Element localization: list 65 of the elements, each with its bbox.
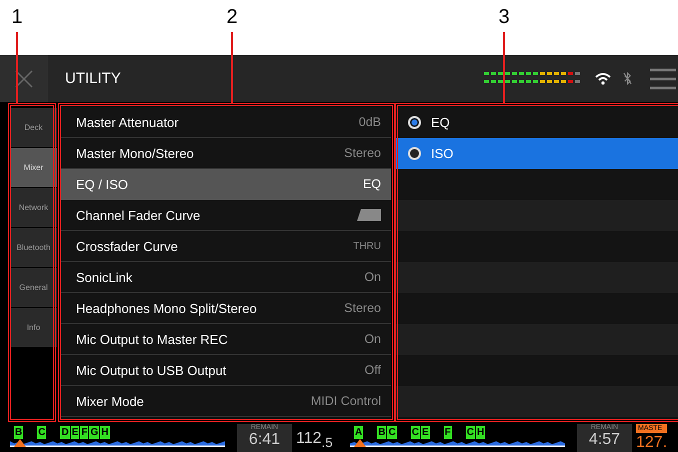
hot-cue-marker: C xyxy=(410,426,420,439)
wifi-icon xyxy=(595,72,611,84)
hot-cue-marker: A xyxy=(354,426,364,439)
option-label: ISO xyxy=(431,146,454,161)
hot-cue-marker: H xyxy=(476,426,486,439)
hot-cue-marker: F xyxy=(444,426,452,439)
setting-label: Channel Fader Curve xyxy=(76,208,200,222)
hot-cue-marker: F xyxy=(80,426,88,439)
setting-label: Mic Output to Master REC xyxy=(76,332,228,346)
hot-cue-marker: C xyxy=(387,426,397,439)
setting-label: Master Mono/Stereo xyxy=(76,146,194,160)
playhead-marker-icon xyxy=(14,439,26,447)
sidebar-tab[interactable]: General xyxy=(10,268,57,307)
setting-value: On xyxy=(364,332,381,346)
bluetooth-off-icon xyxy=(623,72,632,85)
setting-label: Mixer Mode xyxy=(76,394,144,408)
setting-value: Stereo xyxy=(344,301,381,315)
setting-label: Master Attenuator xyxy=(76,114,179,130)
setting-label: SonicLink xyxy=(76,270,132,284)
setting-value: THRU xyxy=(353,240,381,252)
setting-label: Crossfader Curve xyxy=(76,238,178,254)
option-label: EQ xyxy=(431,115,450,130)
time-display: 6:41 xyxy=(248,431,280,449)
bpm-display: 112$_{.5}$ xyxy=(296,428,333,452)
setting-row[interactable]: EQ / ISO EQ xyxy=(60,169,391,200)
leader-line xyxy=(16,32,18,103)
sidebar-tab[interactable]: Mixer xyxy=(10,148,57,187)
setting-value: 0dB xyxy=(358,115,381,129)
sidebar-tab[interactable]: Info xyxy=(10,308,57,347)
sidebar-tab[interactable]: Deck xyxy=(10,108,57,147)
callout-number: 2 xyxy=(225,6,239,29)
setting-value: Stereo xyxy=(344,146,381,160)
hot-cue-marker: G xyxy=(89,426,100,439)
leader-line xyxy=(231,32,233,103)
radio-button[interactable] xyxy=(408,116,421,129)
sidebar-tab[interactable]: Bluetooth xyxy=(10,228,57,267)
bpm-display: 127. xyxy=(636,433,668,452)
setting-label: EQ / ISO xyxy=(76,176,128,192)
setting-value: MIDI Control xyxy=(310,394,381,408)
setting-label: Mic Output to USB Output xyxy=(76,362,226,378)
leader-line xyxy=(503,32,505,103)
setting-value: On xyxy=(364,270,381,284)
setting-value: EQ xyxy=(362,177,381,191)
hot-cue-marker: E xyxy=(420,426,430,439)
radio-button[interactable] xyxy=(408,147,421,160)
playhead-marker-icon xyxy=(354,439,366,447)
callout-number: 1 xyxy=(10,6,24,29)
level-meter-icon xyxy=(484,72,583,85)
curve-icon xyxy=(357,209,381,221)
hot-cue-marker: C xyxy=(37,426,46,439)
hot-cue-marker: D xyxy=(60,426,70,439)
hot-cue-marker: E xyxy=(70,426,80,439)
callout-number: 3 xyxy=(497,6,511,29)
setting-label: Headphones Mono Split/Stereo xyxy=(76,300,257,316)
hot-cue-marker: B xyxy=(377,426,386,439)
option-row[interactable]: ISO xyxy=(395,138,678,169)
menu-icon[interactable] xyxy=(650,68,676,90)
hot-cue-marker: H xyxy=(100,426,110,439)
hot-cue-marker: C xyxy=(466,426,475,439)
sidebar-tab[interactable]: Network xyxy=(10,188,57,227)
screen-title: UTILITY xyxy=(65,70,122,87)
hot-cue-marker: B xyxy=(14,426,24,439)
setting-value: Off xyxy=(364,363,381,377)
time-display: 4:57 xyxy=(588,431,620,449)
close-icon[interactable] xyxy=(14,68,34,90)
